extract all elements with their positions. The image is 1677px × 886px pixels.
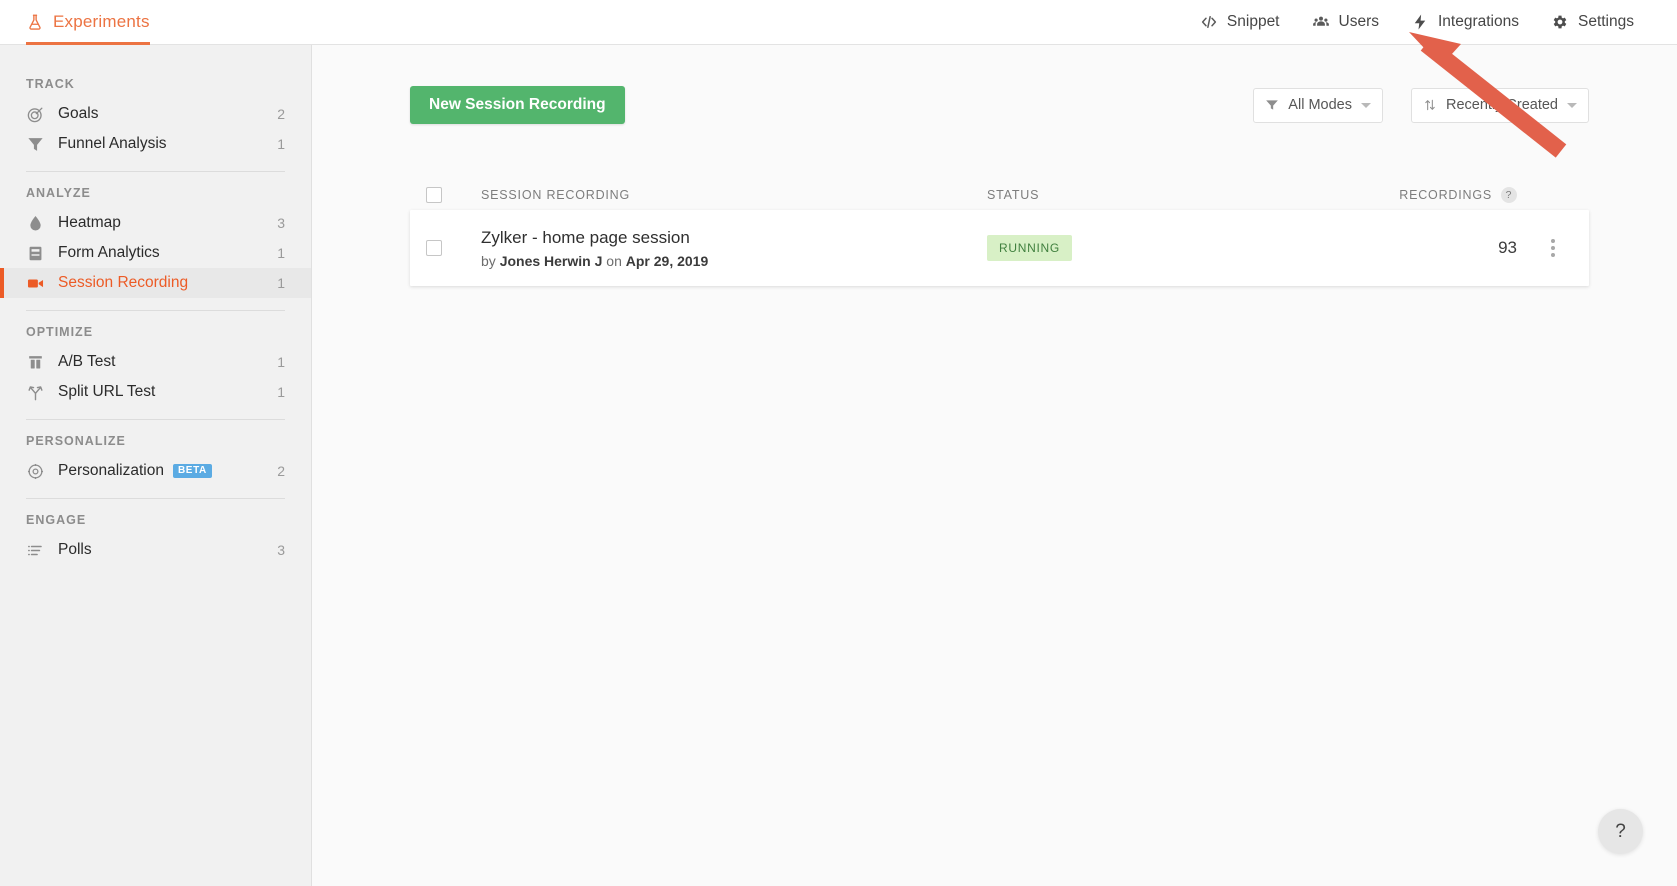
sort-label: Recently Created bbox=[1445, 97, 1558, 113]
top-nav-label-integrations: Integrations bbox=[1437, 13, 1519, 30]
row-meta-prefix: by bbox=[481, 253, 500, 270]
sidebar-item-count-heatmap: 3 bbox=[277, 215, 285, 231]
flask-icon bbox=[26, 12, 44, 32]
code-icon bbox=[1200, 13, 1218, 31]
column-header-recordings-group: RECORDINGS ? bbox=[1287, 187, 1517, 203]
sidebar-item-count-session-recording: 1 bbox=[277, 275, 285, 291]
row-recordings-cell: 93 bbox=[1287, 238, 1517, 258]
status-badge: RUNNING bbox=[987, 235, 1072, 261]
row-status-cell: RUNNING bbox=[987, 235, 1287, 261]
sidebar: TRACK Goals 2 Funnel Analysis 1 ANALYZE bbox=[0, 45, 312, 886]
sidebar-item-label-form-analytics: Form Analytics bbox=[58, 244, 160, 261]
select-all-cell bbox=[426, 187, 481, 203]
sidebar-item-ab-test[interactable]: A/B Test 1 bbox=[0, 347, 311, 377]
row-date: Apr 29, 2019 bbox=[625, 253, 709, 270]
sidebar-item-count-split-url-test: 1 bbox=[277, 384, 285, 400]
sidebar-item-label-session-recording: Session Recording bbox=[58, 274, 189, 291]
ab-test-icon bbox=[26, 353, 45, 372]
sidebar-item-session-recording[interactable]: Session Recording 1 bbox=[0, 268, 311, 298]
filter-icon bbox=[1265, 98, 1279, 112]
sidebar-item-goals[interactable]: Goals 2 bbox=[0, 99, 311, 129]
row-meta: by Jones Herwin J on Apr 29, 2019 bbox=[481, 253, 987, 269]
mode-filter-dropdown[interactable]: All Modes bbox=[1253, 87, 1383, 123]
row-actions-cell bbox=[1517, 239, 1589, 257]
row-more-options-icon[interactable] bbox=[1551, 239, 1555, 257]
chevron-down-icon bbox=[1360, 102, 1371, 108]
sidebar-item-count-polls: 3 bbox=[277, 542, 285, 558]
row-title[interactable]: Zylker - home page session bbox=[481, 227, 987, 248]
row-name-cell: Zylker - home page session by Jones Herw… bbox=[481, 227, 987, 269]
sidebar-item-label-personalization: Personalization bbox=[58, 462, 164, 479]
session-recording-table: SESSION RECORDING STATUS RECORDINGS ? Zy… bbox=[410, 180, 1589, 286]
table-header-row: SESSION RECORDING STATUS RECORDINGS ? bbox=[410, 180, 1589, 210]
crosshair-icon bbox=[26, 462, 45, 481]
toolbar: New Session Recording All Modes Recently… bbox=[410, 86, 1589, 124]
sort-dropdown[interactable]: Recently Created bbox=[1410, 87, 1589, 123]
row-checkbox[interactable] bbox=[426, 240, 442, 256]
column-header-status: STATUS bbox=[987, 188, 1040, 202]
main-content: New Session Recording All Modes Recently… bbox=[313, 45, 1677, 886]
column-header-session-recording: SESSION RECORDING bbox=[481, 188, 631, 202]
chevron-down-icon bbox=[1567, 102, 1577, 108]
new-session-recording-button[interactable]: New Session Recording bbox=[410, 86, 625, 124]
droplet-icon bbox=[26, 214, 45, 233]
list-icon bbox=[26, 541, 45, 560]
sidebar-item-count-ab-test: 1 bbox=[277, 354, 285, 370]
app-root: Experiments Snippet Users Integrations S… bbox=[0, 0, 1677, 886]
target-icon bbox=[26, 105, 45, 124]
sidebar-item-label-split-url-test: Split URL Test bbox=[58, 383, 156, 400]
sidebar-item-heatmap[interactable]: Heatmap 3 bbox=[0, 208, 311, 238]
table-row[interactable]: Zylker - home page session by Jones Herw… bbox=[410, 210, 1589, 286]
sidebar-item-count-funnel-analysis: 1 bbox=[277, 136, 285, 152]
sidebar-item-label-ab-test: A/B Test bbox=[58, 353, 116, 370]
help-floating-button[interactable]: ? bbox=[1598, 809, 1643, 854]
top-nav-label-snippet: Snippet bbox=[1226, 13, 1280, 30]
sidebar-item-label-funnel-analysis: Funnel Analysis bbox=[58, 135, 167, 152]
row-meta-mid: on bbox=[602, 253, 626, 270]
row-recordings-count: 93 bbox=[1498, 238, 1517, 257]
top-nav-label-settings: Settings bbox=[1577, 13, 1634, 30]
sidebar-group-title-engage: ENGAGE bbox=[26, 513, 87, 527]
select-all-checkbox[interactable] bbox=[426, 187, 442, 203]
sidebar-item-count-goals: 2 bbox=[277, 106, 285, 122]
sidebar-item-count-personalization: 2 bbox=[277, 463, 285, 479]
sidebar-group-title-personalize: PERSONALIZE bbox=[26, 434, 126, 448]
top-nav-label-users: Users bbox=[1338, 13, 1379, 30]
brand-experiments[interactable]: Experiments bbox=[26, 0, 150, 45]
top-nav-item-snippet[interactable]: Snippet bbox=[1184, 0, 1296, 45]
sidebar-item-label-heatmap: Heatmap bbox=[58, 214, 121, 231]
sidebar-group-title-track: TRACK bbox=[26, 77, 75, 91]
gear-icon bbox=[1551, 13, 1569, 31]
top-nav-item-users[interactable]: Users bbox=[1296, 0, 1395, 45]
sidebar-item-personalization[interactable]: Personalization BETA 2 bbox=[0, 456, 311, 486]
sidebar-badge-beta: BETA bbox=[172, 464, 212, 478]
top-nav-item-settings[interactable]: Settings bbox=[1535, 0, 1650, 45]
sidebar-item-count-form-analytics: 1 bbox=[277, 245, 285, 261]
row-author: Jones Herwin J bbox=[499, 253, 603, 270]
sidebar-item-split-url-test[interactable]: Split URL Test 1 bbox=[0, 377, 311, 407]
top-nav: Snippet Users Integrations Settings bbox=[1184, 0, 1677, 45]
sort-icon bbox=[1423, 98, 1437, 112]
top-nav-item-integrations[interactable]: Integrations bbox=[1395, 0, 1535, 45]
sidebar-item-label-polls: Polls bbox=[58, 541, 92, 558]
sidebar-item-funnel-analysis[interactable]: Funnel Analysis 1 bbox=[0, 129, 311, 159]
sidebar-group-title-analyze: ANALYZE bbox=[26, 186, 91, 200]
row-select-cell bbox=[426, 240, 481, 256]
users-icon bbox=[1312, 13, 1330, 31]
brand-label: Experiments bbox=[53, 12, 150, 31]
bolt-icon bbox=[1411, 13, 1429, 31]
sidebar-item-polls[interactable]: Polls 3 bbox=[0, 535, 311, 565]
recordings-help-icon[interactable]: ? bbox=[1501, 187, 1517, 203]
filter-controls: All Modes Recently Created bbox=[1253, 87, 1589, 123]
column-header-recordings: RECORDINGS bbox=[1399, 188, 1492, 202]
sidebar-item-label-goals: Goals bbox=[58, 105, 99, 122]
mode-filter-label: All Modes bbox=[1288, 97, 1352, 113]
split-arrow-icon bbox=[26, 383, 45, 402]
top-bar: Experiments Snippet Users Integrations S… bbox=[0, 0, 1677, 45]
funnel-icon bbox=[26, 135, 45, 154]
form-icon bbox=[26, 244, 45, 263]
sidebar-item-form-analytics[interactable]: Form Analytics 1 bbox=[0, 238, 311, 268]
sidebar-group-title-optimize: OPTIMIZE bbox=[26, 325, 94, 339]
video-camera-icon bbox=[26, 274, 45, 293]
